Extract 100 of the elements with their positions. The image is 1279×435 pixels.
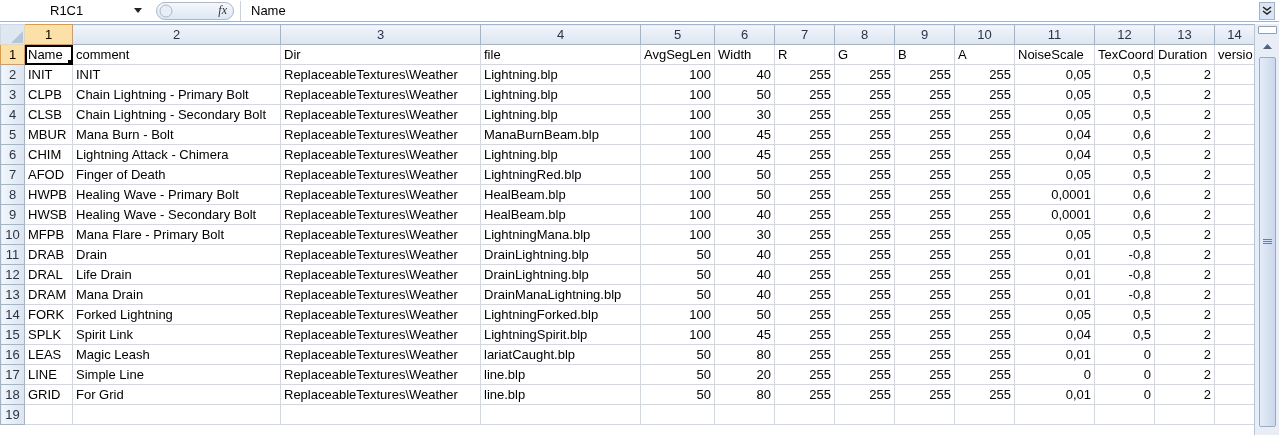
row-header[interactable]: 9: [0, 204, 25, 225]
table-cell: CLSB: [28, 107, 62, 122]
table-cell: 255: [989, 107, 1011, 122]
table-cell: LightningRed.blp: [484, 167, 582, 182]
table-cell: 255: [869, 327, 891, 342]
table-cell: 255: [989, 127, 1011, 142]
row-header[interactable]: 5: [0, 124, 25, 145]
table-cell: 255: [989, 147, 1011, 162]
table-cell: AFOD: [28, 167, 65, 182]
table-cell: Lightning Attack - Chimera: [76, 147, 229, 162]
table-cell: 2: [1203, 387, 1211, 402]
column-header[interactable]: 13: [1154, 24, 1215, 45]
table-cell: 0,01: [1065, 287, 1091, 302]
column-header[interactable]: 9: [894, 24, 955, 45]
table-cell: -0,8: [1128, 267, 1151, 282]
column-header[interactable]: 5: [640, 24, 715, 45]
table-cell: Forked Lightning: [76, 307, 173, 322]
row-header[interactable]: 12: [0, 264, 25, 285]
column-header[interactable]: 3: [280, 24, 481, 45]
table-cell: 255: [809, 307, 831, 322]
table-cell: 0,6: [1132, 187, 1151, 202]
row-header[interactable]: 16: [0, 344, 25, 365]
row-header[interactable]: 4: [0, 104, 25, 125]
row-header[interactable]: 15: [0, 324, 25, 345]
table-cell: 50: [696, 247, 711, 262]
row-header[interactable]: 8: [0, 184, 25, 205]
column-header[interactable]: 4: [480, 24, 641, 45]
row-header[interactable]: 18: [0, 384, 25, 405]
table-cell: 255: [989, 187, 1011, 202]
name-box[interactable]: R1C1: [0, 0, 150, 21]
table-cell: 40: [756, 67, 771, 82]
insert-function-button[interactable]: fx: [218, 3, 227, 18]
table-cell: 255: [929, 107, 951, 122]
row-header[interactable]: 6: [0, 144, 25, 165]
vertical-scrollbar[interactable]: [1254, 24, 1279, 435]
column-header[interactable]: 1: [24, 24, 73, 45]
split-handle[interactable]: [1257, 26, 1277, 34]
table-cell: AvgSegLen: [644, 47, 711, 62]
table-cell: 0,01: [1065, 247, 1091, 262]
column-header[interactable]: 10: [954, 24, 1015, 45]
table-cell: 2: [1203, 367, 1211, 382]
table-cell: 255: [929, 187, 951, 202]
row-header[interactable]: 14: [0, 304, 25, 325]
table-cell: 255: [929, 87, 951, 102]
scroll-up-arrow-icon[interactable]: [1262, 44, 1272, 49]
table-cell: 255: [869, 367, 891, 382]
table-cell: 255: [809, 107, 831, 122]
table-cell: FORK: [28, 307, 65, 322]
column-header[interactable]: 6: [714, 24, 775, 45]
table-cell: 255: [809, 387, 831, 402]
table-cell: 100: [689, 147, 711, 162]
row-header[interactable]: 19: [0, 404, 25, 425]
table-cell: 255: [929, 267, 951, 282]
row-header[interactable]: 7: [0, 164, 25, 185]
table-cell: -0,8: [1128, 247, 1151, 262]
table-cell: 255: [929, 147, 951, 162]
table-cell: 255: [989, 347, 1011, 362]
expand-icon[interactable]: [1259, 1, 1275, 20]
table-cell: 100: [689, 107, 711, 122]
table-cell: Simple Line: [76, 367, 144, 382]
table-cell: 255: [809, 167, 831, 182]
table-cell: 255: [809, 147, 831, 162]
row-header[interactable]: 2: [0, 64, 25, 85]
table-cell: 0,04: [1065, 327, 1091, 342]
table-cell: 255: [809, 67, 831, 82]
row-header[interactable]: 3: [0, 84, 25, 105]
table-cell: 255: [989, 387, 1011, 402]
table-cell: 0,5: [1132, 147, 1151, 162]
table-cell: 255: [929, 127, 951, 142]
table-cell: 2: [1203, 67, 1211, 82]
table-cell: ReplaceableTextures\Weather: [284, 227, 458, 242]
table-cell: 0,01: [1065, 267, 1091, 282]
table-cell: 255: [929, 287, 951, 302]
row-header[interactable]: 17: [0, 364, 25, 385]
row-header[interactable]: 11: [0, 244, 25, 265]
table-cell: line.blp: [484, 387, 526, 402]
table-cell: 255: [989, 227, 1011, 242]
table-cell: 255: [989, 87, 1011, 102]
table-cell: 100: [689, 227, 711, 242]
row-header[interactable]: 13: [0, 284, 25, 305]
table-cell: ReplaceableTextures\Weather: [284, 107, 458, 122]
table-cell: ReplaceableTextures\Weather: [284, 167, 458, 182]
column-header[interactable]: 7: [774, 24, 835, 45]
table-cell: Magic Leash: [76, 347, 150, 362]
column-header[interactable]: 2: [72, 24, 281, 45]
scroll-thumb[interactable]: [1258, 57, 1276, 427]
table-cell: 255: [869, 87, 891, 102]
dropdown-arrow-icon[interactable]: [134, 8, 142, 13]
table-cell: 2: [1203, 187, 1211, 202]
column-header[interactable]: 14: [1214, 24, 1254, 45]
table-cell: 255: [989, 287, 1011, 302]
table-cell: 50: [756, 167, 771, 182]
table-cell: Chain Lightning - Secondary Bolt: [76, 107, 267, 122]
column-header[interactable]: 8: [834, 24, 895, 45]
row-header[interactable]: 1: [0, 44, 25, 65]
column-header[interactable]: 12: [1094, 24, 1155, 45]
column-header[interactable]: 11: [1014, 24, 1095, 45]
table-cell: 255: [989, 167, 1011, 182]
table-cell: 2: [1203, 227, 1211, 242]
row-header[interactable]: 10: [0, 224, 25, 245]
